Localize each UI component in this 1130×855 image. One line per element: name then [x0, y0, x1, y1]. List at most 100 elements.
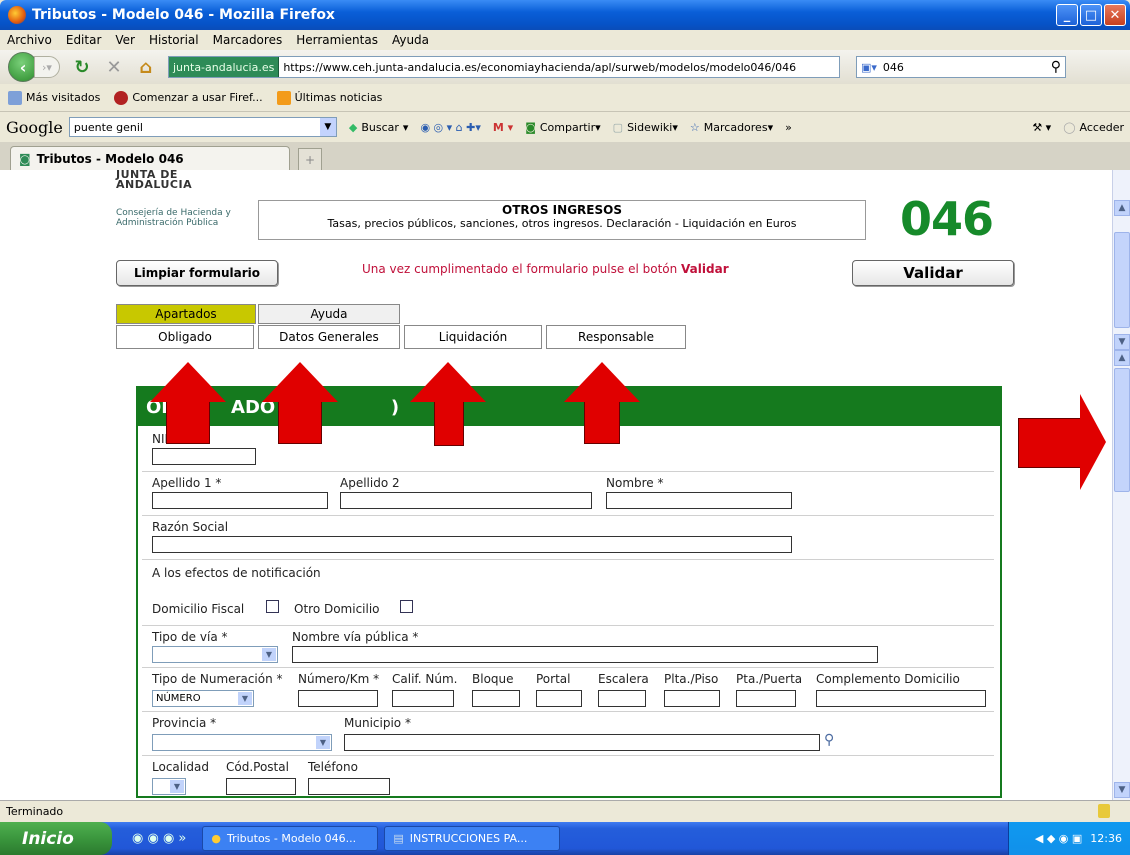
inner-scroll-down-icon[interactable]: ▼ — [1114, 782, 1130, 798]
tab-apartados[interactable]: Apartados — [116, 304, 256, 324]
section-liquidacion[interactable]: Liquidación — [404, 325, 542, 349]
logo-line3: Administración Pública — [116, 218, 219, 228]
menu-herramientas[interactable]: Herramientas — [289, 33, 385, 47]
tipo-numeracion-select[interactable]: NÚMERO ▼ — [152, 690, 254, 707]
site-identity-badge[interactable]: junta-andalucia.es — [169, 57, 280, 77]
tab-ayuda[interactable]: Ayuda — [258, 304, 400, 324]
chevron-down-icon[interactable]: ▼ — [238, 692, 252, 705]
rss-icon — [276, 90, 291, 105]
share-icon: ◙ — [525, 120, 536, 134]
row-via: Tipo de vía * ▼ Nombre vía pública * — [142, 626, 994, 668]
scroll-down-icon[interactable]: ▼ — [1114, 334, 1130, 350]
validate-button[interactable]: Validar — [852, 260, 1014, 286]
razon-social-input[interactable] — [152, 536, 792, 553]
complemento-input[interactable] — [816, 690, 986, 707]
search-icon[interactable]: ⚲ — [1051, 59, 1061, 75]
search-engine-icon[interactable]: ▣▾ — [861, 61, 877, 74]
reload-icon[interactable]: ↻ — [72, 57, 92, 78]
row-razon-social: Razón Social — [142, 516, 994, 560]
clock[interactable]: 12:36 — [1090, 832, 1122, 845]
chevron-down-icon[interactable]: ▼ — [316, 736, 330, 749]
new-tab-button[interactable]: + — [298, 148, 322, 170]
bloque-input[interactable] — [472, 690, 520, 707]
stop-icon[interactable]: ✕ — [104, 57, 124, 78]
google-buscar-icon: ◆ — [348, 120, 358, 134]
numero-km-input[interactable] — [298, 690, 378, 707]
telefono-label: Teléfono — [308, 760, 358, 774]
calif-num-input[interactable] — [392, 690, 454, 707]
gmail-icon[interactable]: M ▾ — [493, 121, 513, 134]
browser-tab[interactable]: ◙ Tributos - Modelo 046 — [10, 146, 290, 170]
acceder-button[interactable]: ◯ Acceder — [1063, 121, 1124, 134]
toolbar-icons-group[interactable]: ◉ ◎ ▾ ⌂ ✚▾ — [420, 121, 480, 134]
wrench-icon[interactable]: ⚒ ▾ — [1032, 121, 1051, 134]
search-input[interactable]: ▣▾ 046 ⚲ — [856, 56, 1066, 78]
nombre-via-input[interactable] — [292, 646, 878, 663]
chevron-down-icon[interactable]: ▼ — [170, 780, 184, 793]
compartir-button[interactable]: ◙ Compartir ▾ — [525, 121, 600, 134]
bookmark-mas-visitados[interactable]: Más visitados — [8, 90, 100, 105]
minimize-button[interactable]: _ — [1056, 4, 1078, 26]
complemento-label: Complemento Domicilio — [816, 672, 960, 686]
buscar-button[interactable]: ◆ Buscar ▾ — [349, 121, 409, 134]
localidad-select[interactable]: ▼ — [152, 778, 186, 795]
provincia-select[interactable]: ▼ — [152, 734, 332, 751]
padlock-icon[interactable] — [1098, 804, 1110, 818]
maximize-button[interactable]: □ — [1080, 4, 1102, 26]
menu-marcadores[interactable]: Marcadores — [206, 33, 290, 47]
system-tray: ◀ ◆ ◉ ▣ 12:36 — [1008, 822, 1130, 855]
menu-ayuda[interactable]: Ayuda — [385, 33, 436, 47]
nif-input[interactable] — [152, 448, 256, 465]
inner-scroll-up-icon[interactable]: ▲ — [1114, 350, 1130, 366]
clear-form-button[interactable]: Limpiar formulario — [116, 260, 278, 286]
url-bar[interactable]: junta-andalucia.es https://www.ceh.junta… — [168, 56, 840, 78]
menu-ver[interactable]: Ver — [108, 33, 142, 47]
scroll-up-icon[interactable]: ▲ — [1114, 200, 1130, 216]
row-provincia: Provincia * ▼ Municipio * ⚲ — [142, 712, 994, 756]
chevron-down-icon[interactable]: ▼ — [262, 648, 276, 661]
portal-input[interactable] — [536, 690, 582, 707]
tray-icons[interactable]: ◀ ◆ ◉ ▣ — [1035, 832, 1082, 845]
inner-scroll-thumb[interactable] — [1114, 368, 1130, 492]
apellido2-input[interactable] — [340, 492, 592, 509]
bookmark-comenzar[interactable]: Comenzar a usar Firef... — [114, 90, 263, 105]
apellido1-input[interactable] — [152, 492, 328, 509]
telefono-input[interactable] — [308, 778, 390, 795]
tipo-numeracion-label: Tipo de Numeración * — [152, 672, 283, 686]
section-datos-generales[interactable]: Datos Generales — [258, 325, 400, 349]
start-label: Inicio — [22, 828, 74, 849]
domicilio-fiscal-checkbox[interactable] — [266, 600, 279, 613]
sidewiki-button[interactable]: ▢ Sidewiki ▾ — [613, 121, 678, 134]
escalera-input[interactable] — [598, 690, 646, 707]
menu-historial[interactable]: Historial — [142, 33, 206, 47]
menu-editar[interactable]: Editar — [59, 33, 109, 47]
bookmark-ultimas-noticias[interactable]: Últimas noticias — [276, 90, 382, 105]
search-icon[interactable]: ⚲ — [824, 732, 834, 748]
municipio-input[interactable] — [344, 734, 820, 751]
pta-puerta-input[interactable] — [736, 690, 796, 707]
page-scrollbar[interactable]: ▲ ▼ ▲ ▼ — [1112, 170, 1130, 800]
start-button[interactable]: Inicio — [0, 822, 112, 855]
nombre-input[interactable] — [606, 492, 792, 509]
close-button[interactable]: ✕ — [1104, 4, 1126, 26]
more-chevron[interactable]: » — [785, 121, 792, 134]
forward-button[interactable]: ›▾ — [34, 56, 60, 78]
marcadores-button[interactable]: ☆ Marcadores ▾ — [690, 121, 773, 134]
plta-piso-input[interactable] — [664, 690, 720, 707]
tipo-via-select[interactable]: ▼ — [152, 646, 278, 663]
scroll-thumb[interactable] — [1114, 232, 1130, 328]
taskbar-item-word[interactable]: ▤ INSTRUCCIONES PA... — [384, 826, 561, 851]
section-responsable[interactable]: Responsable — [546, 325, 686, 349]
notice-text: Una vez cumplimentado el formulario puls… — [362, 262, 678, 276]
quicklaunch-icons[interactable]: ◉ ◉ ◉ » — [132, 831, 186, 846]
cod-postal-input[interactable] — [226, 778, 296, 795]
section-obligado[interactable]: Obligado — [116, 325, 254, 349]
taskbar-item-firefox[interactable]: ● Tributos - Modelo 046... — [202, 826, 379, 851]
otro-domicilio-checkbox[interactable] — [400, 600, 413, 613]
form-heading-right: ) — [390, 396, 400, 418]
plta-piso-label: Plta./Piso — [664, 672, 719, 686]
menu-archivo[interactable]: Archivo — [0, 33, 59, 47]
home-icon[interactable]: ⌂ — [136, 57, 156, 78]
google-search-input[interactable]: puente genil ▼ — [68, 117, 337, 137]
chevron-down-icon[interactable]: ▼ — [319, 118, 336, 136]
